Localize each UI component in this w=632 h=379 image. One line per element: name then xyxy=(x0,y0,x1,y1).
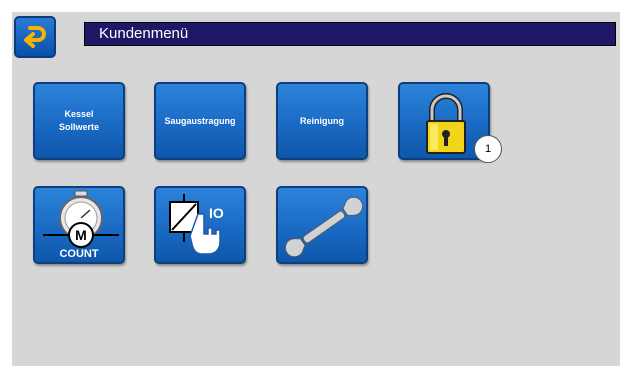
reinigung-label: Reinigung xyxy=(300,115,344,126)
kessel-sollwerte-button[interactable]: Kessel Sollwerte xyxy=(33,82,125,160)
relay-hand-icon xyxy=(169,194,221,255)
title-bar: Kundenmenü xyxy=(84,22,616,46)
count-button[interactable]: M COUNT xyxy=(33,186,125,264)
saugaustragung-label: Saugaustragung xyxy=(164,115,236,126)
back-arrow-icon xyxy=(24,26,46,48)
wrench-icon xyxy=(284,196,364,258)
reinigung-button[interactable]: Reinigung xyxy=(276,82,368,160)
saugaustragung-button[interactable]: Saugaustragung xyxy=(154,82,246,160)
back-button[interactable] xyxy=(14,16,56,58)
kessel-sollwerte-label: Kessel Sollwerte xyxy=(58,109,99,132)
page-title: Kundenmenü xyxy=(99,25,189,42)
callout-badge: 1 xyxy=(474,135,502,163)
io-label: IO xyxy=(209,205,224,221)
count-label: COUNT xyxy=(59,248,99,260)
motor-letter: M xyxy=(75,227,87,243)
io-test-button[interactable]: IO xyxy=(154,186,246,264)
service-button[interactable] xyxy=(276,186,368,264)
